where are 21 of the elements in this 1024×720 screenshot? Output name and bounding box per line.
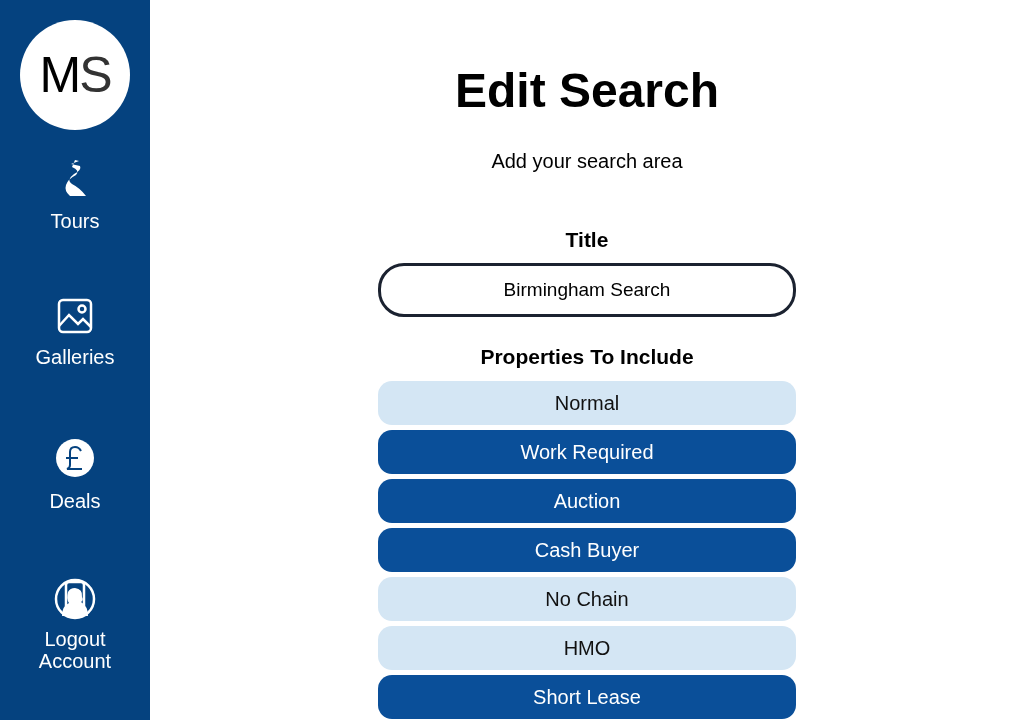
image-icon bbox=[57, 298, 93, 334]
person-icon bbox=[54, 578, 96, 620]
property-toggle[interactable]: No Chain bbox=[378, 576, 796, 621]
section-label: Properties To Include bbox=[480, 344, 694, 371]
property-toggle[interactable]: Short Lease bbox=[378, 674, 796, 719]
property-toggle[interactable]: Work Required bbox=[378, 429, 796, 474]
property-toggle[interactable]: Auction bbox=[378, 478, 796, 523]
pound-icon bbox=[55, 438, 95, 478]
nav-link[interactable]: Galleries bbox=[35, 342, 115, 372]
account-link[interactable]: Account bbox=[38, 650, 112, 672]
logout-link[interactable]: Logout bbox=[44, 628, 106, 650]
logo: MS bbox=[20, 20, 130, 130]
field-label: Title bbox=[565, 226, 609, 253]
property-toggle[interactable]: HMO bbox=[378, 625, 796, 670]
page-heading: Edit Search bbox=[454, 63, 720, 119]
nav-link[interactable]: Deals bbox=[49, 486, 101, 516]
property-toggle[interactable]: Cash Buyer bbox=[378, 527, 796, 572]
property-toggle[interactable]: Normal bbox=[378, 380, 796, 425]
subheading: Add your search area bbox=[491, 148, 683, 174]
nav-link[interactable]: Tours bbox=[50, 206, 100, 236]
title-field[interactable]: Birmingham Search bbox=[378, 263, 796, 318]
